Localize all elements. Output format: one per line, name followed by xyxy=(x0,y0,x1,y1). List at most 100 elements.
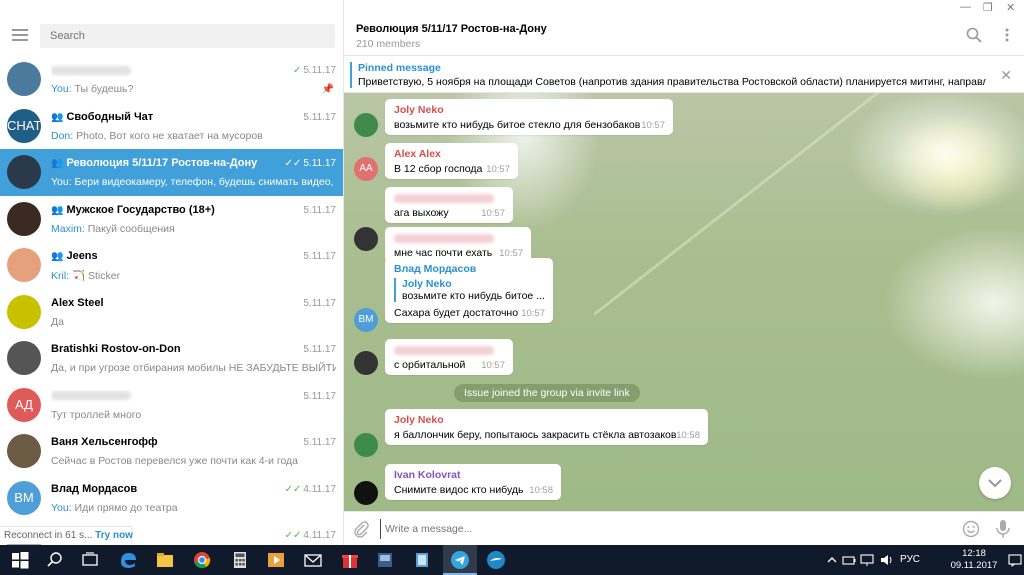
chat-item[interactable]: ✓ 5.11.17 You: Ты будешь? 📌 xyxy=(0,56,343,103)
notification-icon[interactable] xyxy=(1008,553,1022,567)
chat-date-text: 5.11.17 xyxy=(303,111,336,123)
chat-name: 👥 Jeens xyxy=(51,250,281,264)
chat-item[interactable]: Alex Steel 5.11.17 Да xyxy=(0,289,343,336)
chat-item[interactable]: 👥 Jeens 5.11.17 Kril: 🏹 Sticker xyxy=(0,242,343,289)
chat-name-text: Свободный Чат xyxy=(66,110,154,123)
reply-quote[interactable]: Joly Neko возьмите кто нибудь битое ... xyxy=(394,278,545,302)
aero-app-icon[interactable] xyxy=(486,550,506,570)
read-ticks: ✓✓ xyxy=(284,530,302,541)
chat-date-text: 5.11.17 xyxy=(303,251,336,262)
chat-preview: Don: Photo, Вот кого не хватает на мусор… xyxy=(51,130,336,144)
chat-preview: Да, и при угрозе отбирания мобилы НЕ ЗАБ… xyxy=(51,362,336,376)
books-icon[interactable] xyxy=(412,550,432,570)
avatar[interactable] xyxy=(354,227,378,251)
message-bubble[interactable]: Joly Neko возьмите кто нибудь битое стекл… xyxy=(385,99,673,135)
chat-name: 👥 Свободный Чат xyxy=(51,111,281,125)
chat-item[interactable]: 👥 Мужское Государство (18+) 5.11.17 Maxim: … xyxy=(0,196,343,243)
menu-icon[interactable] xyxy=(12,29,28,41)
telegram-icon[interactable] xyxy=(450,550,470,570)
chat-date: 5.11.17 xyxy=(301,298,336,309)
message-input[interactable] xyxy=(380,519,940,539)
preview-text: Иди прямо до театра xyxy=(71,501,178,514)
message-bubble[interactable]: Ivan Kolovrat Снимите видос кто нибудь 10:… xyxy=(385,464,561,500)
message-sender[interactable]: Влад Мордасов xyxy=(394,263,545,275)
task-view-icon[interactable] xyxy=(80,550,100,570)
message-sender[interactable]: Joly Neko xyxy=(394,104,665,116)
avatar[interactable] xyxy=(354,351,378,375)
maximize-button[interactable]: ❐ xyxy=(983,1,993,14)
mail-icon[interactable] xyxy=(303,550,323,570)
calculator-icon[interactable] xyxy=(230,550,250,570)
chat-item[interactable]: 👥 Революция 5/11/17 Ростов-на-Дону ✓✓ 5.11.… xyxy=(0,149,343,196)
group-icon: 👥 xyxy=(51,204,64,216)
chat-name-text: Alex Steel xyxy=(51,296,104,309)
message-bubble[interactable]: ага выхожу 10:57 xyxy=(385,187,513,223)
microphone-icon[interactable] xyxy=(994,519,1012,539)
avatar-initials: CHAT xyxy=(7,117,41,133)
search-icon[interactable] xyxy=(45,550,65,570)
message-sender[interactable]: Joly Neko xyxy=(394,414,700,426)
chat-date: 5.11.17 xyxy=(301,391,336,402)
message-sender[interactable]: Ivan Kolovrat xyxy=(394,469,553,481)
avatar[interactable] xyxy=(354,433,378,457)
language-indicator[interactable]: РУС xyxy=(900,554,920,565)
pinned-message-bar[interactable]: Pinned message Приветствую, 5 ноября на … xyxy=(344,57,1024,93)
preview-text: Да, и при угрозе отбирания мобилы НЕ ЗАБ… xyxy=(51,362,336,374)
avatar[interactable]: ВМ xyxy=(354,308,378,332)
try-now-link[interactable]: Try now xyxy=(95,530,133,541)
search-icon[interactable] xyxy=(966,27,982,43)
group-icon: 👥 xyxy=(51,158,64,169)
close-icon[interactable]: ✕ xyxy=(1000,67,1012,84)
chat-members-count[interactable]: 210 members xyxy=(356,38,420,50)
chat-item[interactable]: Bratishki Rostov-on-Don 5.11.17 Да, и при … xyxy=(0,335,343,382)
message-bubble[interactable]: Alex Alex В 12 сбор господа 10:57 xyxy=(385,143,518,179)
close-button[interactable]: ✕ xyxy=(1006,1,1015,14)
chevron-up-icon[interactable] xyxy=(826,554,838,566)
message-sender[interactable]: Alex Alex xyxy=(394,148,510,160)
message-area[interactable]: Joly Neko возьмите кто нибудь битое стекл… xyxy=(344,93,1024,511)
chat-date-text: 5.11.17 xyxy=(303,390,336,402)
media-player-icon[interactable] xyxy=(266,550,286,570)
battery-icon[interactable] xyxy=(842,553,856,567)
chat-date: 5.11.17 xyxy=(301,251,336,262)
windows-start-icon[interactable] xyxy=(10,550,30,570)
message-bubble[interactable]: Влад Мордасов Joly Neko возьмите кто нибуд… xyxy=(385,258,553,323)
app-icon[interactable] xyxy=(375,550,395,570)
avatar xyxy=(7,248,41,282)
edge-icon[interactable] xyxy=(118,550,138,570)
chat-preview: Maxim: Пакуй сообщения xyxy=(51,223,336,237)
minimize-button[interactable]: — xyxy=(960,1,971,13)
chat-preview: You: Бери видеокамеру, телефон, будешь с… xyxy=(51,176,336,190)
chat-preview: You: Иди прямо до театра xyxy=(51,502,336,516)
chat-item[interactable]: АД 5.11.17 Тут троллей много xyxy=(0,382,343,429)
message-text: возьмите кто нибудь битое стекло для бен… xyxy=(394,119,641,131)
scroll-down-button[interactable] xyxy=(979,467,1011,499)
avatar[interactable] xyxy=(354,113,378,137)
left-toolbar xyxy=(0,0,343,52)
clock[interactable]: 12:18 09.11.2017 xyxy=(944,548,1004,572)
reconnect-text: Reconnect in 61 s... xyxy=(4,530,93,541)
avatar[interactable] xyxy=(354,481,378,505)
chat-item[interactable]: CHAT 👥 Свободный Чат 5.11.17 Don: Photo, Вот… xyxy=(0,103,343,150)
volume-icon[interactable] xyxy=(880,553,894,567)
emoji-icon[interactable] xyxy=(962,520,980,538)
chrome-icon[interactable] xyxy=(192,550,212,570)
chat-name xyxy=(51,64,281,78)
network-icon[interactable] xyxy=(860,553,874,567)
chat-list-panel: ✓5.11.17You: Ты будешь?📌CHAT👥Свободный Ч… xyxy=(0,0,344,545)
pinned-text: Приветствую, 5 ноября на площади Советов… xyxy=(358,76,986,88)
message-bubble[interactable]: Joly Neko я баллончик беру, попытаюсь зак… xyxy=(385,409,708,445)
message-bubble[interactable]: с орбитальной 10:57 xyxy=(385,339,513,375)
chat-item[interactable]: ВМ Влад Мордасов ✓✓ 4.11.17 You: Иди прямо д… xyxy=(0,475,343,522)
chat-item[interactable]: Ваня Хельсенгофф 5.11.17 Сейчас в Ростов п… xyxy=(0,428,343,475)
search-input[interactable] xyxy=(40,24,335,48)
chat-title[interactable]: Революция 5/11/17 Ростов-на-Дону xyxy=(356,23,547,35)
more-vertical-icon[interactable] xyxy=(1004,27,1010,43)
gift-icon[interactable] xyxy=(340,550,360,570)
preview-text: Сейчас в Ростов перевелся уже почти как … xyxy=(51,455,299,467)
avatar[interactable]: AA xyxy=(354,157,378,181)
file-explorer-icon[interactable] xyxy=(155,550,175,570)
chat-date-text: 5.11.17 xyxy=(303,297,336,309)
attach-icon[interactable] xyxy=(352,520,370,538)
chat-date-text: 5.11.17 xyxy=(303,437,336,448)
